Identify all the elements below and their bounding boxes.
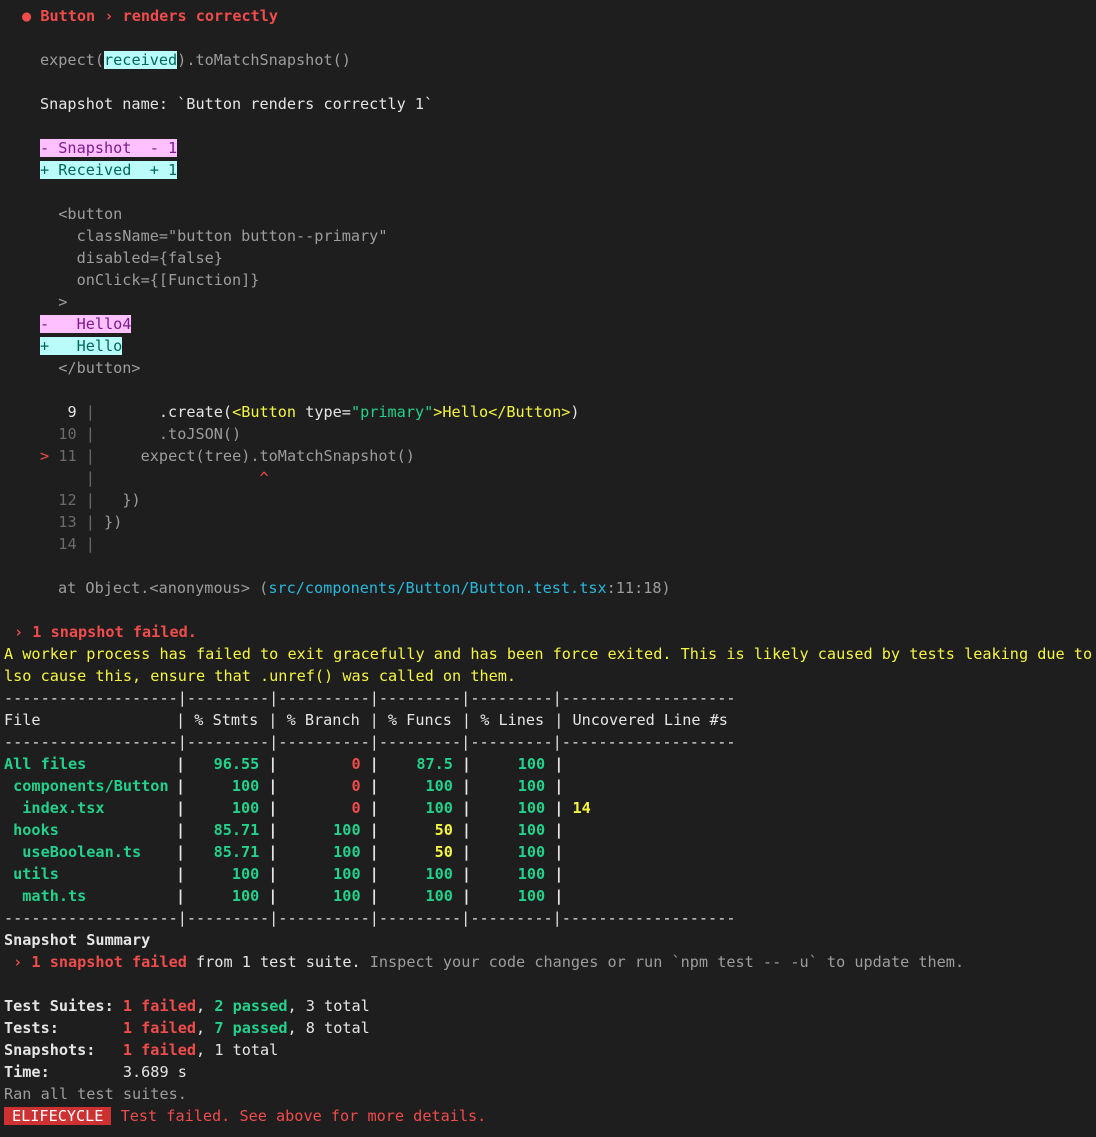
code-frame-line-14: 14 | <box>58 535 95 553</box>
coverage-row: All files | 96.55 | 0 | 87.5 | 100 | <box>4 755 573 773</box>
coverage-branch-cell: 100 <box>333 865 361 883</box>
expect-line: expect(received).toMatchSnapshot() <box>40 51 351 69</box>
coverage-header-funcs: % Funcs <box>387 711 452 729</box>
stack-trace-path-link[interactable]: src/components/Button/Button.test.tsx <box>268 579 606 597</box>
test-suites-result: Test Suites: 1 failed, 2 passed, 3 total <box>4 997 370 1015</box>
coverage-branch-cell: 0 <box>351 777 361 795</box>
fail-bullet-icon: ● <box>22 7 32 25</box>
coverage-funcs-cell: 100 <box>425 799 453 817</box>
coverage-border: -------------------|---------|----------… <box>4 733 736 751</box>
coverage-funcs-cell: 50 <box>434 843 453 861</box>
error-caret-icon: ^ <box>259 469 269 487</box>
coverage-stmts-cell: 85.71 <box>213 843 260 861</box>
diff-line-minus: - Hello4 <box>40 315 132 333</box>
coverage-lines-cell: 100 <box>517 887 546 905</box>
coverage-funcs-cell: 100 <box>425 865 453 883</box>
coverage-branch-cell: 0 <box>351 755 361 773</box>
worker-warning-line: lso cause this, ensure that .unref() was… <box>4 667 517 685</box>
coverage-branch-cell: 100 <box>333 887 361 905</box>
test-failure-title: ● Button › renders correctly <box>22 7 279 25</box>
snapshot-failed-summary: › 1 snapshot failed. <box>14 623 197 641</box>
code-frame-line-10: 10 | .toJSON() <box>58 425 242 443</box>
diff-legend-plus: + Received + 1 <box>40 161 178 179</box>
coverage-funcs-cell: 50 <box>434 821 453 839</box>
snapshot-line: onClick={[Function]} <box>40 271 260 289</box>
coverage-row: useBoolean.ts | 85.71 | 100 | 50 | 100 | <box>4 843 573 861</box>
diff-legend-minus: - Snapshot - 1 <box>40 139 178 157</box>
coverage-lines-cell: 100 <box>517 821 546 839</box>
coverage-lines-cell: 100 <box>517 755 546 773</box>
coverage-file-cell: math.ts <box>4 887 87 905</box>
received-highlight: received <box>104 51 178 69</box>
coverage-header-stmts: % Stmts <box>194 711 259 729</box>
coverage-header-file: File <box>4 711 41 729</box>
terminal-output: ● Button › renders correctly expect(rece… <box>0 0 1096 1137</box>
time-result: Time: 3.689 s <box>4 1063 187 1081</box>
ran-all-suites: Ran all test suites. <box>4 1085 187 1103</box>
code-frame-line-9: 9 | .create(<Button type="primary">Hello… <box>67 403 580 421</box>
coverage-lines-cell: 100 <box>517 843 546 861</box>
coverage-stmts-cell: 100 <box>231 865 260 883</box>
coverage-row: math.ts | 100 | 100 | 100 | 100 | <box>4 887 573 905</box>
coverage-header-branch: % Branch <box>286 711 360 729</box>
snapshot-summary-line: › 1 snapshot failed from 1 test suite. I… <box>4 953 965 971</box>
coverage-branch-cell: 100 <box>333 843 361 861</box>
coverage-header-row: File | % Stmts | % Branch | % Funcs | % Line… <box>4 711 728 729</box>
snapshot-name: Snapshot name: `Button renders correctly… <box>40 95 434 113</box>
coverage-header-uncovered: Uncovered Line #s <box>572 711 728 729</box>
elifecycle-badge: ELIFECYCLE <box>4 1107 112 1125</box>
stack-trace: at Object.<anonymous> (src/components/Bu… <box>58 579 671 597</box>
coverage-stmts-cell: 100 <box>231 777 260 795</box>
coverage-lines-cell: 100 <box>517 777 546 795</box>
coverage-file-cell: hooks <box>4 821 59 839</box>
coverage-file-cell: components/Button <box>4 777 169 795</box>
code-frame-line-13: 13 | }) <box>58 513 123 531</box>
code-frame-line-11: > 11 | expect(tree).toMatchSnapshot() <box>40 447 415 465</box>
coverage-branch-cell: 0 <box>351 799 361 817</box>
coverage-funcs-cell: 100 <box>425 887 453 905</box>
coverage-uncovered-cell: 14 <box>572 799 591 817</box>
coverage-stmts-cell: 96.55 <box>213 755 260 773</box>
tests-result: Tests: 1 failed, 7 passed, 8 total <box>4 1019 370 1037</box>
coverage-stmts-cell: 100 <box>231 887 260 905</box>
worker-warning-line: A worker process has failed to exit grac… <box>4 645 1096 663</box>
code-frame-caret-line: | ^ <box>85 469 269 487</box>
snapshot-line: disabled={false} <box>40 249 223 267</box>
code-frame-line-12: 12 | }) <box>58 491 141 509</box>
coverage-file-cell: All files <box>4 755 87 773</box>
coverage-header-lines: % Lines <box>480 711 545 729</box>
snapshot-line: </button> <box>40 359 141 377</box>
snapshot-line: > <box>40 293 68 311</box>
coverage-stmts-cell: 85.71 <box>213 821 260 839</box>
coverage-branch-cell: 100 <box>333 821 361 839</box>
coverage-border: -------------------|---------|----------… <box>4 909 736 927</box>
snapshot-line: className="button button--primary" <box>40 227 388 245</box>
coverage-file-cell: utils <box>4 865 59 883</box>
coverage-stmts-cell: 100 <box>231 799 260 817</box>
diff-line-plus: + Hello <box>40 337 123 355</box>
elifecycle-line: ELIFECYCLE Test failed. See above for mo… <box>4 1105 486 1127</box>
coverage-row: hooks | 85.71 | 100 | 50 | 100 | <box>4 821 573 839</box>
coverage-funcs-cell: 87.5 <box>416 755 453 773</box>
snapshot-summary-title: Snapshot Summary <box>4 931 151 949</box>
snapshots-result: Snapshots: 1 failed, 1 total <box>4 1041 279 1059</box>
coverage-border: -------------------|---------|----------… <box>4 689 736 707</box>
coverage-file-cell: useBoolean.ts <box>4 843 142 861</box>
coverage-funcs-cell: 100 <box>425 777 453 795</box>
coverage-row: index.tsx | 100 | 0 | 100 | 100 | 14 <box>4 799 591 817</box>
coverage-row: components/Button | 100 | 0 | 100 | 100 | <box>4 777 573 795</box>
coverage-lines-cell: 100 <box>517 799 546 817</box>
coverage-file-cell: index.tsx <box>4 799 105 817</box>
coverage-lines-cell: 100 <box>517 865 546 883</box>
coverage-row: utils | 100 | 100 | 100 | 100 | <box>4 865 573 883</box>
snapshot-line: <button <box>40 205 123 223</box>
